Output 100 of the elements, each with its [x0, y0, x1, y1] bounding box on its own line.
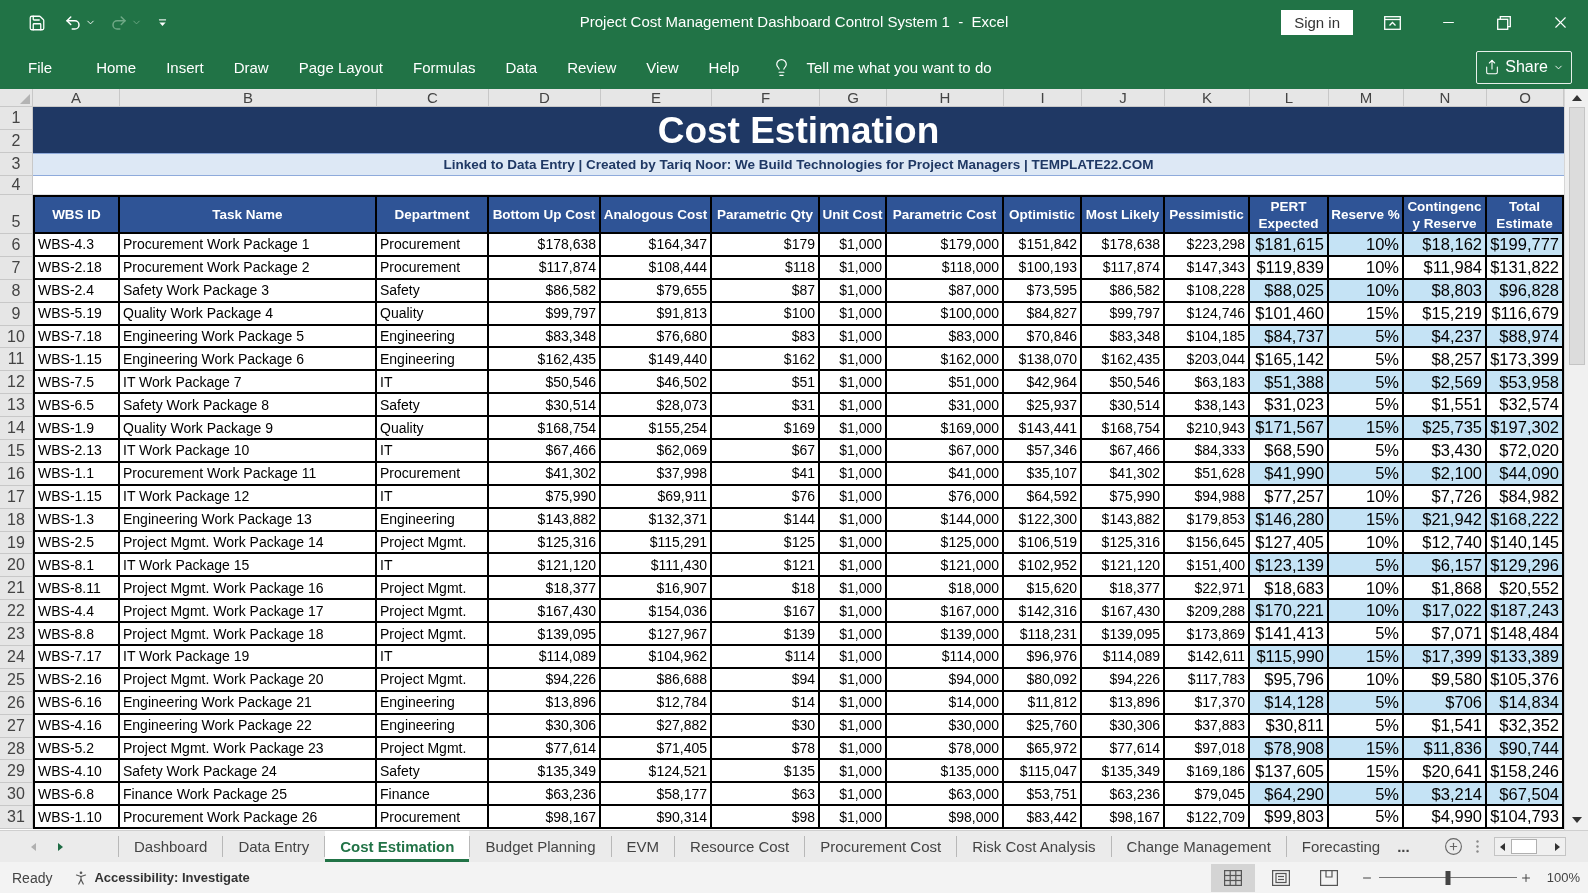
menu-tab[interactable]: Insert: [166, 55, 204, 79]
column-letter[interactable]: B: [120, 89, 377, 107]
column-letter[interactable]: J: [1082, 89, 1165, 107]
table-cell: $1,000: [820, 440, 887, 463]
tell-me-search[interactable]: Tell me what you want to do: [772, 56, 992, 78]
row-number[interactable]: 30: [0, 783, 33, 807]
zoom-in-icon[interactable]: [1519, 871, 1532, 884]
column-letter[interactable]: D: [489, 89, 601, 107]
row-number[interactable]: 15: [0, 440, 33, 463]
row-number[interactable]: 9: [0, 302, 33, 326]
left-triangle-icon[interactable]: [1500, 842, 1505, 851]
more-tabs-button[interactable]: ...: [1397, 831, 1410, 862]
column-letter[interactable]: A: [33, 89, 120, 107]
sheet-tab[interactable]: Dashboard: [119, 831, 223, 862]
row-number[interactable]: 11: [0, 348, 33, 372]
row-number[interactable]: 10: [0, 325, 33, 349]
row-number[interactable]: 31: [0, 806, 33, 830]
up-triangle-icon[interactable]: [1571, 95, 1582, 101]
sheet-tab[interactable]: Data Entry: [223, 831, 325, 862]
row-number[interactable]: 25: [0, 668, 33, 692]
plus-circle-icon[interactable]: [1444, 837, 1463, 856]
table-cell: $165,142: [1250, 348, 1329, 372]
zoom-percentage[interactable]: 100%: [1546, 871, 1580, 884]
row-number[interactable]: 17: [0, 485, 33, 509]
sheet-tab[interactable]: Budget Planning: [470, 831, 611, 862]
table-cell: Quality: [377, 417, 489, 440]
menu-tab[interactable]: Help: [708, 55, 740, 79]
save-icon[interactable]: [28, 13, 46, 32]
horizontal-scrollbar[interactable]: [1494, 837, 1566, 856]
row-number[interactable]: 6: [0, 234, 33, 257]
row-number[interactable]: 13: [0, 394, 33, 418]
column-letter[interactable]: M: [1329, 89, 1404, 107]
row-number[interactable]: 29: [0, 760, 33, 784]
table-cell: $1,000: [820, 256, 887, 280]
table-cell: $706: [1404, 691, 1487, 715]
row-number[interactable]: 4: [0, 176, 33, 195]
undo-icon[interactable]: [64, 13, 82, 32]
accessibility-status[interactable]: Accessibility: Investigate: [72, 868, 250, 887]
vertical-dots-icon[interactable]: [1476, 840, 1479, 853]
right-triangle-icon[interactable]: [58, 842, 63, 851]
table-cell: $139,095: [489, 623, 601, 647]
menu-tab[interactable]: Page Layout: [298, 55, 383, 79]
scrollbar-thumb[interactable]: [1511, 839, 1537, 854]
column-letter[interactable]: I: [1004, 89, 1082, 107]
scrollbar-thumb[interactable]: [1568, 107, 1585, 365]
sheet-tab[interactable]: EVM: [611, 831, 675, 862]
menu-tab[interactable]: Data: [505, 55, 538, 79]
row-number[interactable]: 3: [0, 153, 33, 176]
column-letter[interactable]: C: [377, 89, 489, 107]
zoom-slider-track[interactable]: [1378, 870, 1517, 885]
column-letter[interactable]: E: [601, 89, 712, 107]
row-number[interactable]: 1: [0, 107, 33, 130]
sheet-tab[interactable]: Cost Estimation: [325, 831, 470, 862]
row-number[interactable]: 22: [0, 600, 33, 624]
column-letter[interactable]: G: [820, 89, 887, 107]
menu-tab[interactable]: File: [28, 55, 53, 79]
row-number[interactable]: 2: [0, 130, 33, 153]
sheet-tab[interactable]: Change Management: [1111, 831, 1286, 862]
column-letter[interactable]: L: [1250, 89, 1329, 107]
sheet-tab[interactable]: Risk Cost Analysis: [957, 831, 1111, 862]
row-number[interactable]: 21: [0, 577, 33, 601]
vertical-scrollbar[interactable]: [1564, 89, 1588, 830]
row-number[interactable]: 8: [0, 279, 33, 303]
table-cell: $101,460: [1250, 302, 1329, 326]
sign-in-button[interactable]: Sign in: [1281, 10, 1353, 35]
row-number[interactable]: 5: [0, 195, 33, 234]
column-letter[interactable]: N: [1404, 89, 1487, 107]
row-number[interactable]: 16: [0, 462, 33, 486]
sheet-tab[interactable]: Procurement Cost: [805, 831, 957, 862]
menu-tab[interactable]: Home: [96, 55, 137, 79]
table-cell: 10%: [1329, 485, 1404, 509]
row-number[interactable]: 12: [0, 371, 33, 395]
row-number[interactable]: 24: [0, 646, 33, 669]
row-number[interactable]: 14: [0, 417, 33, 440]
row-number[interactable]: 28: [0, 737, 33, 761]
menu-tab[interactable]: View: [646, 55, 679, 79]
menu-tab[interactable]: Draw: [233, 55, 269, 79]
line-caret-icon[interactable]: [158, 18, 167, 27]
column-letter[interactable]: O: [1487, 89, 1564, 107]
view-button[interactable]: [1210, 863, 1255, 892]
share-button[interactable]: Share: [1476, 50, 1572, 84]
row-number[interactable]: 23: [0, 623, 33, 647]
row-number[interactable]: 27: [0, 714, 33, 738]
row-number[interactable]: 7: [0, 256, 33, 280]
zoom-slider-thumb[interactable]: [1445, 870, 1451, 885]
row-number[interactable]: 18: [0, 508, 33, 532]
row-number[interactable]: 19: [0, 531, 33, 555]
row-number[interactable]: 26: [0, 691, 33, 715]
row-number[interactable]: 20: [0, 554, 33, 578]
right-triangle-icon[interactable]: [1555, 842, 1560, 851]
table-cell: $158,246: [1487, 760, 1564, 784]
menu-tab[interactable]: Formulas: [412, 55, 476, 79]
column-letter[interactable]: F: [712, 89, 820, 107]
sheet-tab[interactable]: Forecasting: [1286, 831, 1396, 862]
column-letter[interactable]: H: [887, 89, 1004, 107]
sheet-tab[interactable]: Resource Cost: [675, 831, 805, 862]
down-triangle-icon[interactable]: [1571, 817, 1582, 823]
column-letter[interactable]: K: [1165, 89, 1250, 107]
restore-icon[interactable]: [1497, 15, 1511, 30]
menu-tab[interactable]: Review: [567, 55, 617, 79]
